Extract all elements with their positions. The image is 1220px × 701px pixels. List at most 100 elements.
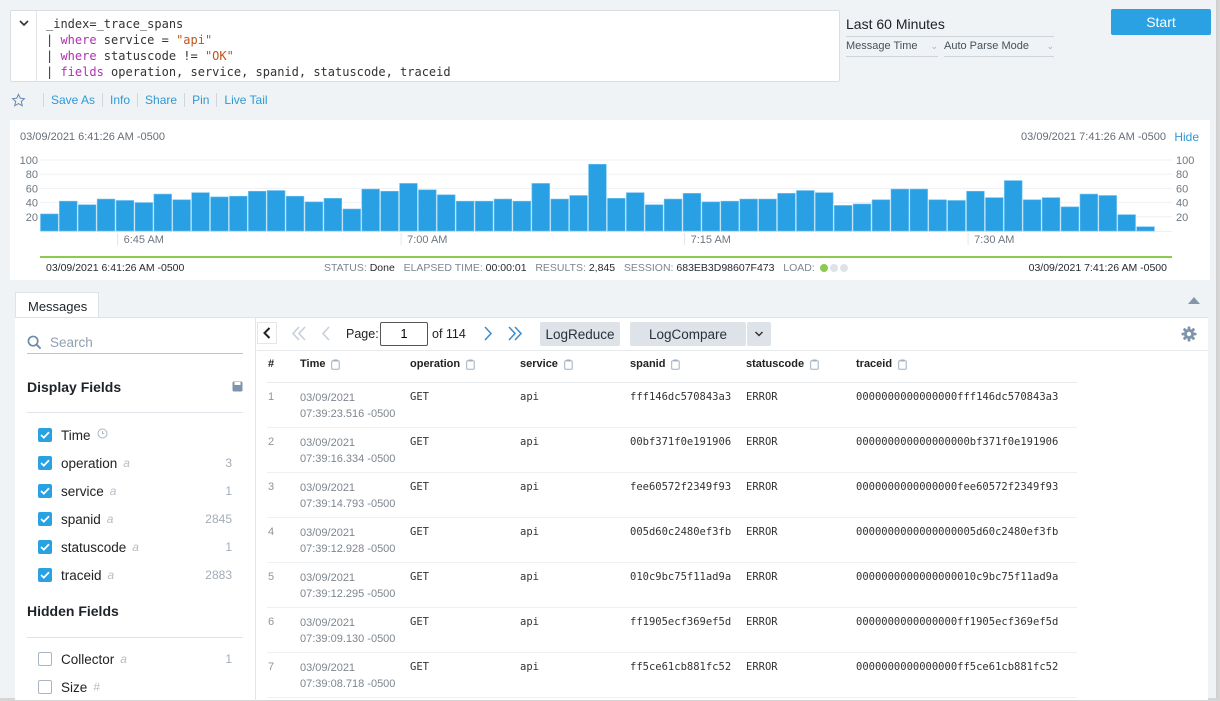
histogram-bar[interactable] xyxy=(1117,214,1136,232)
histogram-bar[interactable] xyxy=(342,208,361,232)
histogram-bar[interactable] xyxy=(852,203,872,232)
histogram-bar[interactable] xyxy=(78,204,97,232)
copy-icon[interactable] xyxy=(331,359,341,370)
histogram-bar[interactable] xyxy=(437,194,456,232)
histogram-bar[interactable] xyxy=(248,190,267,232)
histogram-bar[interactable] xyxy=(607,198,626,232)
histogram-bar[interactable] xyxy=(361,188,380,232)
histogram-bar[interactable] xyxy=(550,198,569,232)
table-row[interactable]: 4 03/09/2021 07:39:12.928 -0500 GET api 005d6… xyxy=(267,518,1077,563)
field-item-spanid[interactable]: spanid a 2845 xyxy=(38,509,232,529)
histogram-bar[interactable] xyxy=(626,192,645,232)
histogram-bar[interactable] xyxy=(663,198,683,232)
histogram-bar[interactable] xyxy=(569,195,588,232)
next-page-icon[interactable] xyxy=(483,326,493,341)
logcompare-dropdown[interactable] xyxy=(747,322,771,346)
field-item-statuscode[interactable]: statuscode a 1 xyxy=(38,537,232,557)
histogram-bar[interactable] xyxy=(455,200,475,232)
histogram-bar[interactable] xyxy=(210,196,229,232)
histogram-bar[interactable] xyxy=(512,200,532,232)
checkbox-checked[interactable] xyxy=(38,540,52,554)
copy-icon[interactable] xyxy=(671,359,681,370)
histogram-bar[interactable] xyxy=(59,200,78,232)
field-item-service[interactable]: service a 1 xyxy=(38,481,232,501)
histogram-bar[interactable] xyxy=(682,193,702,232)
histogram-bar[interactable] xyxy=(777,193,796,232)
gear-icon[interactable] xyxy=(1181,326,1197,342)
previous-page-icon[interactable] xyxy=(321,326,331,341)
histogram-bar[interactable] xyxy=(871,199,891,232)
histogram-bar[interactable] xyxy=(134,202,154,232)
checkbox-checked[interactable] xyxy=(38,456,52,470)
field-item-size[interactable]: Size # xyxy=(38,677,232,697)
column-header-operation[interactable]: operation xyxy=(410,358,475,370)
checkbox-checked[interactable] xyxy=(38,512,52,526)
time-range-input[interactable]: Last 60 Minutes xyxy=(846,16,1054,37)
copy-icon[interactable] xyxy=(810,359,819,370)
checkbox-unchecked[interactable] xyxy=(38,652,52,666)
histogram-bar[interactable] xyxy=(796,190,815,232)
time-mode-select[interactable]: Message Time ⌄ xyxy=(846,40,938,57)
logreduce-button[interactable]: LogReduce xyxy=(540,322,620,346)
histogram-bar[interactable] xyxy=(115,200,135,232)
copy-icon[interactable] xyxy=(466,359,475,370)
histogram-bar[interactable] xyxy=(644,204,664,232)
field-search[interactable] xyxy=(27,331,243,354)
collapse-query-toggle[interactable] xyxy=(11,11,37,81)
copy-icon[interactable] xyxy=(564,359,573,370)
histogram-bar[interactable] xyxy=(380,190,399,232)
histogram-bar[interactable] xyxy=(474,200,494,232)
table-row[interactable]: 3 03/09/2021 07:39:14.793 -0500 GET api fee60… xyxy=(267,473,1077,518)
histogram-bar[interactable] xyxy=(1079,193,1099,232)
histogram-bar[interactable] xyxy=(266,190,286,232)
histogram-bar[interactable] xyxy=(985,197,1004,232)
copy-icon[interactable] xyxy=(898,359,907,370)
histogram-bar[interactable] xyxy=(1022,199,1042,232)
last-page-icon[interactable] xyxy=(507,326,523,341)
field-item-traceid[interactable]: traceid a 2883 xyxy=(38,565,232,585)
info-link[interactable]: Info xyxy=(110,93,130,107)
histogram-bar[interactable] xyxy=(909,188,928,232)
live-tail-link[interactable]: Live Tail xyxy=(224,93,267,107)
histogram-bar[interactable] xyxy=(531,183,550,232)
histogram-bar[interactable] xyxy=(1004,180,1023,232)
checkbox-checked[interactable] xyxy=(38,484,52,498)
histogram-chart[interactable]: 20 20 40 40 60 60 80 80 100 100 6:45 AM 7:00 AM 7:15… xyxy=(10,120,1210,255)
histogram-bar[interactable] xyxy=(229,195,248,232)
histogram-bar[interactable] xyxy=(966,190,985,232)
parse-mode-select[interactable]: Auto Parse Mode ⌄ xyxy=(944,40,1054,57)
histogram-bar[interactable] xyxy=(815,192,834,232)
pin-link[interactable]: Pin xyxy=(192,93,209,107)
histogram-bar[interactable] xyxy=(588,163,607,232)
histogram-bar[interactable] xyxy=(1098,195,1117,232)
histogram-bar[interactable] xyxy=(1041,197,1061,232)
histogram-bar[interactable] xyxy=(323,198,343,232)
histogram-bar[interactable] xyxy=(304,201,324,232)
histogram-bar[interactable] xyxy=(833,205,853,232)
save-as-link[interactable]: Save As xyxy=(51,93,95,107)
column-header-statuscode[interactable]: statuscode xyxy=(746,358,819,370)
histogram-bar[interactable] xyxy=(739,198,758,232)
histogram-bar[interactable] xyxy=(40,213,59,232)
checkbox-unchecked[interactable] xyxy=(38,680,52,694)
histogram-bar[interactable] xyxy=(493,198,513,232)
histogram-bar[interactable] xyxy=(947,200,966,232)
histogram-bar[interactable] xyxy=(890,188,910,232)
histogram-bar[interactable] xyxy=(285,195,305,232)
column-header-service[interactable]: service xyxy=(520,358,573,370)
checkbox-checked[interactable] xyxy=(38,428,52,442)
histogram-bar[interactable] xyxy=(418,189,437,232)
histogram-bar[interactable] xyxy=(172,199,191,232)
table-row[interactable]: 2 03/09/2021 07:39:16.334 -0500 GET api 00bf3… xyxy=(267,428,1077,473)
field-item-operation[interactable]: operation a 3 xyxy=(38,453,232,473)
field-item-time[interactable]: Time xyxy=(38,425,232,445)
start-button[interactable]: Start xyxy=(1111,9,1211,35)
histogram-bar[interactable] xyxy=(1136,226,1155,232)
table-row[interactable]: 7 03/09/2021 07:39:08.718 -0500 GET api ff5ce… xyxy=(267,653,1077,698)
histogram-bar[interactable] xyxy=(701,201,721,232)
tab-messages[interactable]: Messages xyxy=(15,292,99,320)
checkbox-checked[interactable] xyxy=(38,568,52,582)
table-row[interactable]: 6 03/09/2021 07:39:09.130 -0500 GET api ff190… xyxy=(267,608,1077,653)
collapse-sidebar-button[interactable] xyxy=(257,322,277,344)
query-text[interactable]: _index=_trace_spans | where service = "ap… xyxy=(46,16,451,80)
